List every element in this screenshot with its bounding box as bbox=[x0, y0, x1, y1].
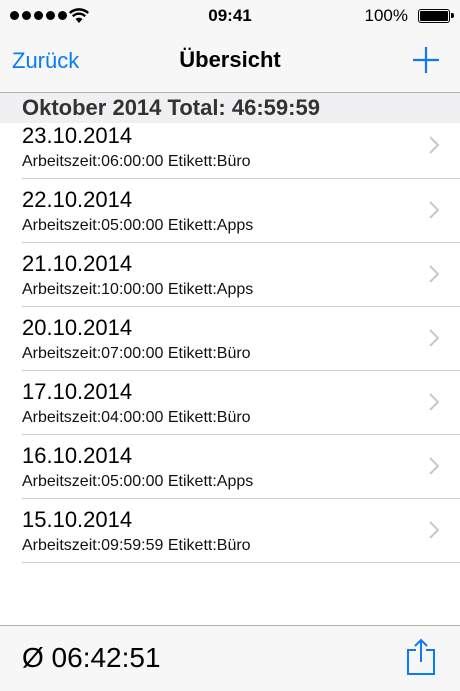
entry-row[interactable]: 16.10.2014 Arbeitszeit:05:00:00 Etikett:A… bbox=[22, 435, 460, 499]
entry-detail: Arbeitszeit:10:00:00 Etikett:Apps bbox=[22, 281, 254, 298]
entry-detail: Arbeitszeit:04:00:00 Etikett:Büro bbox=[22, 409, 251, 426]
entry-row[interactable]: 17.10.2014 Arbeitszeit:04:00:00 Etikett:B… bbox=[22, 371, 460, 435]
chevron-right-icon bbox=[429, 136, 440, 154]
chevron-right-icon bbox=[429, 329, 440, 347]
bottom-toolbar: Ø 06:42:51 bbox=[0, 625, 460, 691]
chevron-right-icon bbox=[429, 393, 440, 411]
average-time: Ø 06:42:51 bbox=[22, 642, 161, 673]
entry-row[interactable]: 20.10.2014 Arbeitszeit:07:00:00 Etikett:B… bbox=[22, 307, 460, 371]
section-header-title: Oktober 2014 Total: 46:59:59 bbox=[22, 95, 320, 120]
battery-percentage: 100% bbox=[364, 6, 408, 25]
chevron-right-icon bbox=[429, 457, 440, 475]
chevron-right-icon bbox=[429, 265, 440, 283]
entry-row[interactable]: 23.10.2014 Arbeitszeit:06:00:00 Etikett:B… bbox=[22, 123, 460, 179]
entry-detail: Arbeitszeit:05:00:00 Etikett:Apps bbox=[22, 473, 254, 490]
entry-detail: Arbeitszeit:09:59:59 Etikett:Büro bbox=[22, 537, 251, 554]
entry-date: 16.10.2014 bbox=[22, 443, 133, 468]
entry-date: 22.10.2014 bbox=[22, 187, 133, 212]
entry-date: 21.10.2014 bbox=[22, 251, 133, 276]
chevron-right-icon bbox=[429, 201, 440, 219]
entry-detail: Arbeitszeit:07:00:00 Etikett:Büro bbox=[22, 345, 251, 362]
chevron-right-icon bbox=[429, 521, 440, 539]
entry-detail: Arbeitszeit:06:00:00 Etikett:Büro bbox=[22, 153, 251, 170]
entry-detail: Arbeitszeit:05:00:00 Etikett:Apps bbox=[22, 217, 254, 234]
entry-row[interactable]: 22.10.2014 Arbeitszeit:05:00:00 Etikett:A… bbox=[22, 179, 460, 243]
entry-row[interactable]: 21.10.2014 Arbeitszeit:10:00:00 Etikett:A… bbox=[22, 243, 460, 307]
page-title: Übersicht bbox=[179, 47, 281, 72]
plus-icon[interactable] bbox=[412, 46, 440, 74]
entry-list: 23.10.2014 Arbeitszeit:06:00:00 Etikett:B… bbox=[0, 123, 460, 563]
entry-date: 20.10.2014 bbox=[22, 315, 133, 340]
entry-date: 23.10.2014 bbox=[22, 123, 133, 148]
status-bar: 09:41 100% bbox=[0, 0, 460, 32]
navigation-bar: Zurück Übersicht bbox=[0, 32, 460, 93]
share-icon[interactable] bbox=[406, 638, 436, 676]
entry-date: 17.10.2014 bbox=[22, 379, 133, 404]
battery-icon bbox=[418, 9, 454, 23]
entry-date: 15.10.2014 bbox=[22, 507, 133, 532]
entry-row[interactable]: 15.10.2014 Arbeitszeit:09:59:59 Etikett:B… bbox=[22, 499, 460, 563]
section-header: Oktober 2014 Total: 46:59:59 bbox=[0, 93, 460, 123]
